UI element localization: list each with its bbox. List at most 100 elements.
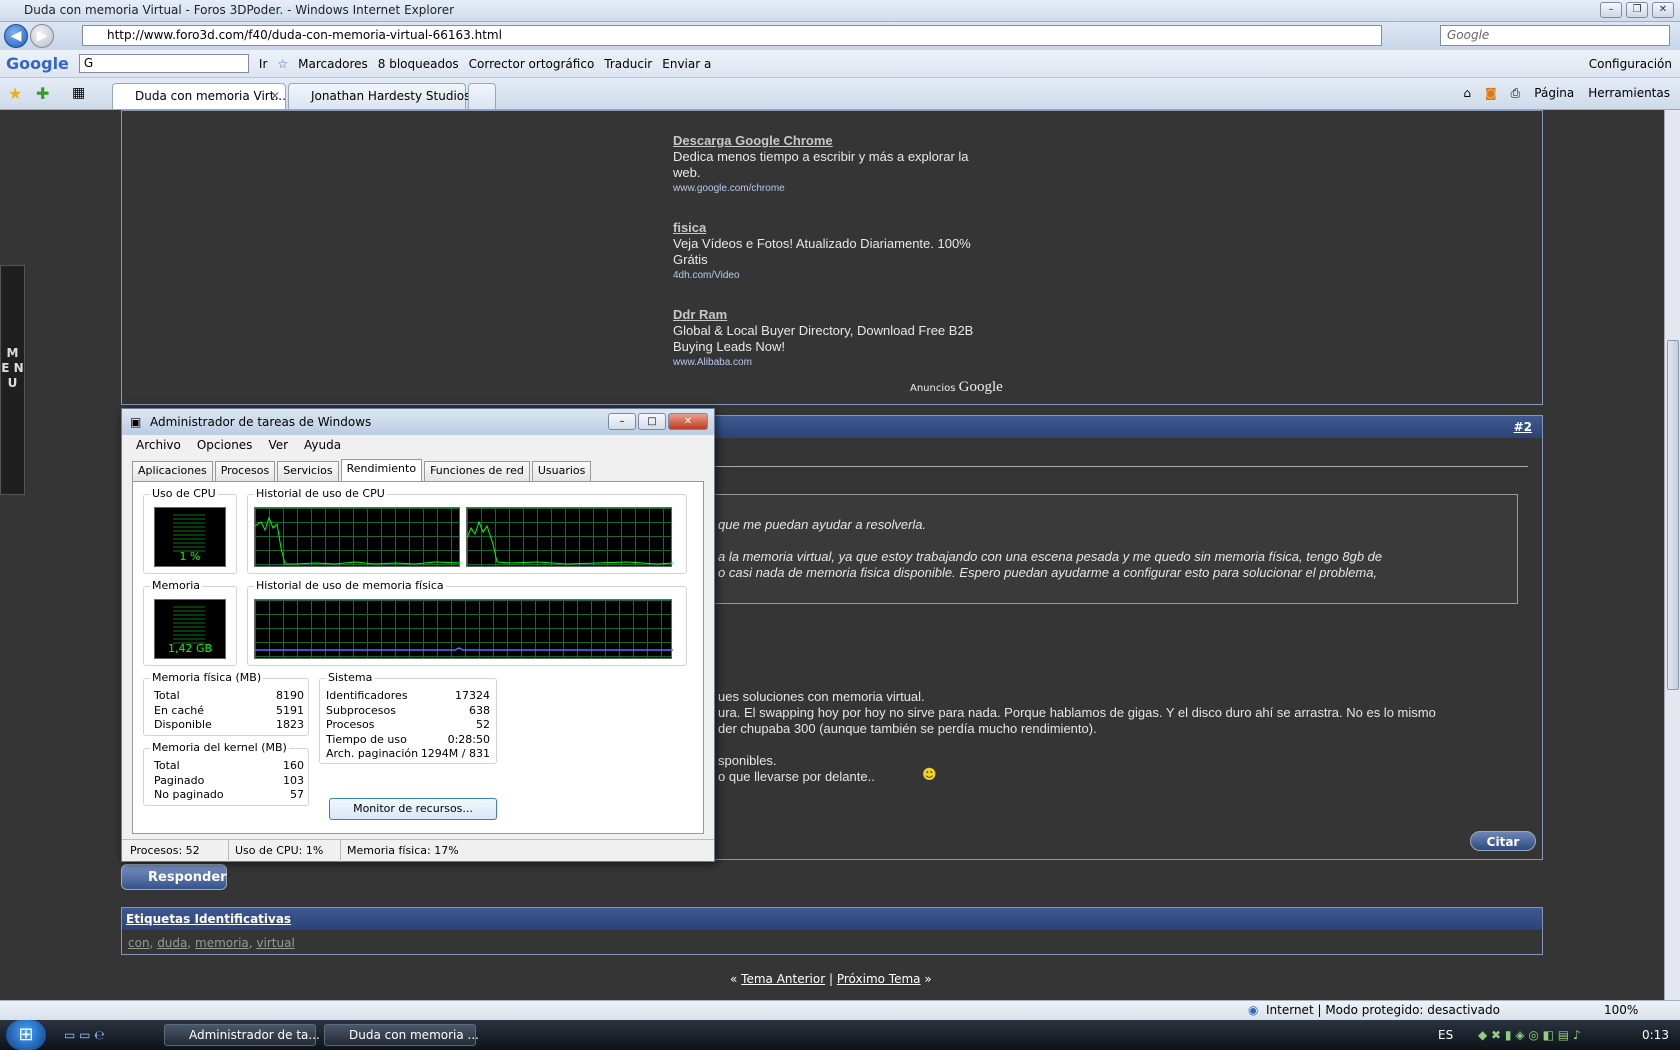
ads-label[interactable]: Anuncios Google	[910, 379, 1003, 396]
tm-minimize-icon[interactable]: –	[608, 413, 636, 430]
quote-button[interactable]: Citar	[1470, 831, 1536, 851]
ad-item[interactable]: Ddr Ram Global & Local Buyer Directory, …	[673, 307, 983, 371]
bookmarks-button[interactable]: Marcadores	[298, 57, 368, 71]
tm-close-icon[interactable]: ✕	[668, 413, 708, 430]
tm-app-icon: ▣	[130, 415, 142, 429]
rss-icon[interactable]: ◙	[1485, 86, 1497, 101]
ad-item[interactable]: fisica Veja Vídeos e Fotos! Atualizado D…	[673, 220, 983, 284]
tools-menu[interactable]: Herramientas	[1588, 86, 1670, 101]
send-button[interactable]: Enviar a	[662, 57, 711, 71]
new-tab-button[interactable]	[468, 83, 496, 109]
minimize-icon[interactable]: –	[1600, 2, 1622, 18]
tab-duda[interactable]: Duda con memoria Virt... ✕	[112, 83, 286, 109]
clock[interactable]: 0:13	[1642, 1020, 1669, 1050]
tab-funciones-de-red[interactable]: Funciones de red	[424, 461, 530, 481]
maximize-icon[interactable]: ❐	[1626, 2, 1648, 18]
tm-window-controls: – □ ✕	[608, 413, 708, 430]
vertical-scrollbar[interactable]	[1664, 110, 1680, 1000]
post-number[interactable]: #2	[1514, 420, 1532, 434]
taskbar: ⊞ ▭ ▭ ℮ Administrador de ta... Duda con …	[0, 1020, 1680, 1050]
stat-label: Total	[154, 759, 180, 772]
next-thread-link[interactable]: Próximo Tema	[837, 972, 921, 986]
ad-title[interactable]: fisica	[673, 220, 983, 236]
tab-rendimiento[interactable]: Rendimiento	[340, 459, 423, 481]
taskbar-taskmgr[interactable]: Administrador de ta...	[164, 1024, 320, 1046]
tag-link[interactable]: virtual	[256, 936, 294, 950]
stat-value: 638	[469, 703, 490, 717]
back-icon[interactable]: ◀	[4, 24, 28, 48]
blocked-button[interactable]: 8 bloqueados	[378, 57, 459, 71]
scrollbar-thumb[interactable]	[1667, 340, 1679, 690]
add-favorite-icon[interactable]: ✚	[36, 84, 49, 103]
cpu-history-line	[466, 520, 674, 565]
tag-link[interactable]: con	[128, 936, 150, 950]
task-manager-window[interactable]: ▣ Administrador de tareas de Windows – □…	[121, 408, 715, 862]
google-logo: Google	[6, 54, 69, 73]
home-icon[interactable]: ⌂	[1463, 86, 1471, 101]
window-controls: – ❐ ✕	[1600, 2, 1674, 18]
ad-url[interactable]: www.google.com/chrome	[673, 181, 983, 197]
memory-value: 1,42 GB	[167, 642, 213, 655]
stat-value: 8190	[276, 689, 304, 702]
tm-titlebar[interactable]: ▣ Administrador de tareas de Windows – □…	[122, 409, 714, 435]
tab-procesos[interactable]: Procesos	[214, 461, 276, 481]
ad-title[interactable]: Descarga Google Chrome	[673, 133, 983, 149]
prev-thread-link[interactable]: Tema Anterior	[741, 972, 825, 986]
forward-icon[interactable]: ▶	[30, 24, 54, 48]
taskbar-ie[interactable]: Duda con memoria ...	[324, 1024, 479, 1046]
close-tab-icon[interactable]: ✕	[270, 84, 280, 108]
menu-ayuda[interactable]: Ayuda	[304, 435, 341, 455]
go-button[interactable]: Ir	[259, 57, 267, 71]
tab-row: ★ ✚ ▦ Duda con memoria Virt... ✕ Jonatha…	[0, 78, 1680, 110]
physical-memory-stats: Total 8190 En caché 5191 Disponible 1823	[154, 689, 304, 733]
ad-url[interactable]: www.Alibaba.com	[673, 355, 983, 371]
status-zone[interactable]: Internet | Modo protegido: desactivado	[1266, 1001, 1500, 1019]
google-search-input[interactable]: G	[78, 54, 249, 73]
tab-label: Jonathan Hardesty Studios	[311, 89, 471, 103]
physical-memory-label: Memoria física (MB)	[150, 671, 264, 684]
ad-url[interactable]: 4dh.com/Video	[673, 268, 983, 284]
tag-link[interactable]: duda	[157, 936, 187, 950]
tag-link[interactable]: memoria	[195, 936, 249, 950]
stat-label: Total	[154, 689, 180, 702]
favorites-star-icon[interactable]: ★	[8, 84, 22, 103]
quicklaunch-icons[interactable]: ▭ ▭ ℮	[64, 1020, 105, 1050]
menu-ver[interactable]: Ver	[268, 435, 288, 455]
tags-title[interactable]: Etiquetas Identificativas	[122, 908, 1542, 930]
quote-line: o casi nada de memoria fisica disponible…	[718, 565, 1378, 580]
spellcheck-button[interactable]: Corrector ortográfico	[469, 57, 595, 71]
tab-servicios[interactable]: Servicios	[277, 461, 339, 481]
page-menu[interactable]: Página	[1534, 86, 1574, 101]
ad-item[interactable]: Descarga Google Chrome Dedica menos tiem…	[673, 133, 983, 197]
star-icon[interactable]: ☆	[277, 57, 288, 71]
globe-icon: ◉	[1248, 1003, 1259, 1017]
language-indicator[interactable]: ES	[1438, 1020, 1453, 1050]
tm-maximize-icon[interactable]: □	[638, 413, 666, 430]
physical-memory-group: Memoria física (MB) Total 8190 En caché 51…	[143, 671, 309, 736]
cpu-meter: 1 %	[154, 507, 226, 567]
screen: Duda con memoria Virtual - Foros 3DPoder…	[0, 0, 1680, 1050]
ad-title[interactable]: Ddr Ram	[673, 307, 983, 323]
menu-archivo[interactable]: Archivo	[136, 435, 181, 455]
settings-button[interactable]: Configuración	[1589, 57, 1672, 71]
zoom-level[interactable]: 100%	[1604, 1001, 1638, 1019]
tray-icons[interactable]: ◆ ✖ ▮ ◈ ◎ ◧ ▤ ♪	[1478, 1020, 1581, 1050]
menu-opciones[interactable]: Opciones	[197, 435, 253, 455]
resource-monitor-button[interactable]: Monitor de recursos...	[329, 798, 497, 820]
tab-aplicaciones[interactable]: Aplicaciones	[132, 461, 213, 481]
search-input[interactable]: Google	[1440, 25, 1670, 46]
side-menu-button[interactable]: M E N U	[0, 265, 25, 495]
start-button[interactable]: ⊞	[6, 1020, 46, 1050]
tab-usuarios[interactable]: Usuarios	[531, 461, 592, 481]
print-icon[interactable]: ⎙	[1511, 86, 1521, 101]
address-input[interactable]: http://www.foro3d.com/f40/duda-con-memor…	[82, 25, 1382, 46]
window-titlebar: Duda con memoria Virtual - Foros 3DPoder…	[0, 0, 1680, 22]
tab-list-icon[interactable]: ▦	[72, 85, 85, 101]
tab-hardesty[interactable]: Jonathan Hardesty Studios	[288, 83, 470, 109]
close-icon[interactable]: ✕	[1652, 2, 1674, 18]
tags-list: con, duda, memoria, virtual	[128, 936, 295, 950]
reply-button[interactable]: Responder	[121, 864, 227, 890]
translate-button[interactable]: Traducir	[604, 57, 652, 71]
stat-value: 5191	[276, 703, 304, 717]
taskbar-item-label: Duda con memoria ...	[349, 1028, 479, 1042]
